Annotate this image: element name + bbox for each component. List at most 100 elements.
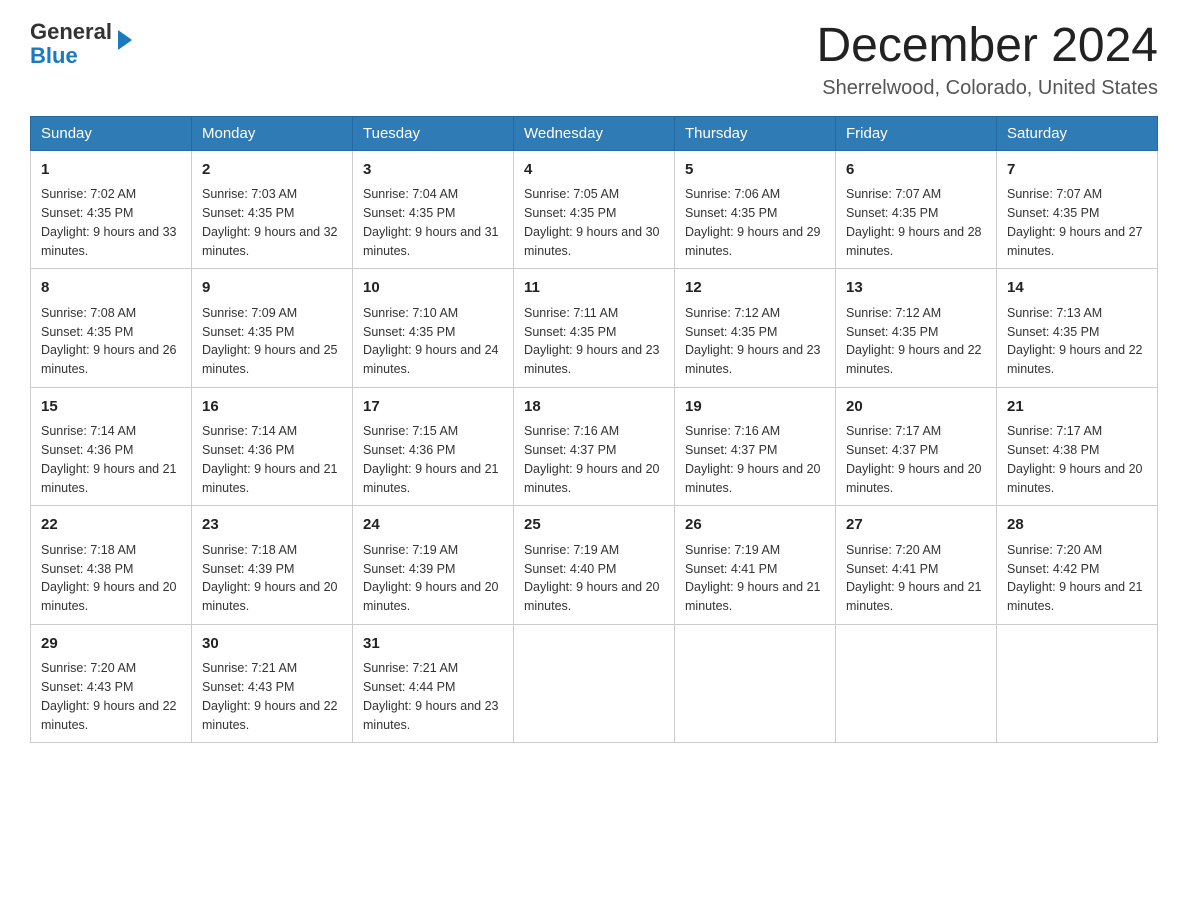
sunrise-text: Sunrise: 7:19 AM: [524, 543, 619, 557]
day-number: 15: [41, 396, 181, 419]
daylight-text: Daylight: 9 hours and 21 minutes.: [685, 580, 821, 613]
sunrise-text: Sunrise: 7:18 AM: [41, 543, 136, 557]
page-header: General Blue December 2024 Sherrelwood, …: [30, 20, 1158, 100]
sunset-text: Sunset: 4:35 PM: [524, 206, 616, 220]
calendar-cell: 18Sunrise: 7:16 AMSunset: 4:37 PMDayligh…: [514, 387, 675, 506]
calendar-cell: 3 Sunrise: 7:04 AM Sunset: 4:35 PM Daylight…: [353, 150, 514, 269]
calendar-cell: 6Sunrise: 7:07 AMSunset: 4:35 PMDaylight…: [836, 150, 997, 269]
day-number: 29: [41, 633, 181, 656]
sunrise-text: Sunrise: 7:07 AM: [846, 187, 941, 201]
day-number: 19: [685, 396, 825, 419]
day-number: 16: [202, 396, 342, 419]
calendar-cell: [997, 624, 1158, 743]
week-row-1: 1Sunrise: 7:02 AMSunset: 4:35 PMDaylight…: [31, 150, 1158, 269]
day-number: 11: [524, 277, 664, 300]
sunrise-text: Sunrise: 7:08 AM: [41, 306, 136, 320]
weekday-header-sunday: Sunday: [31, 116, 192, 150]
sunset-text: Sunset: 4:36 PM: [41, 443, 133, 457]
sunrise-text: Sunrise: 7:17 AM: [1007, 424, 1102, 438]
day-number: 8: [41, 277, 181, 300]
sunrise-text: Sunrise: 7:20 AM: [1007, 543, 1102, 557]
calendar-cell: 17Sunrise: 7:15 AMSunset: 4:36 PMDayligh…: [353, 387, 514, 506]
sunset-text: Sunset: 4:41 PM: [685, 562, 777, 576]
sunset-text: Sunset: 4:36 PM: [363, 443, 455, 457]
sunrise-text: Sunrise: 7:09 AM: [202, 306, 297, 320]
calendar-cell: 19Sunrise: 7:16 AMSunset: 4:37 PMDayligh…: [675, 387, 836, 506]
day-number: 31: [363, 633, 503, 656]
day-number: 2: [202, 159, 342, 182]
weekday-header-row: SundayMondayTuesdayWednesdayThursdayFrid…: [31, 116, 1158, 150]
month-title: December 2024: [816, 20, 1158, 73]
sunset-text: Sunset: 4:38 PM: [41, 562, 133, 576]
daylight-text: Daylight: 9 hours and 29 minutes.: [685, 225, 821, 258]
daylight-text: Daylight: 9 hours and 21 minutes.: [363, 462, 499, 495]
sunset-text: Sunset: 4:35 PM: [846, 325, 938, 339]
calendar-cell: [836, 624, 997, 743]
daylight-text: Daylight: 9 hours and 20 minutes.: [1007, 462, 1143, 495]
sunrise-text: Sunrise: 7:21 AM: [363, 661, 458, 675]
sunset-text: Sunset: 4:43 PM: [202, 680, 294, 694]
daylight-text: Daylight: 9 hours and 22 minutes.: [202, 699, 338, 732]
calendar-cell: 30Sunrise: 7:21 AMSunset: 4:43 PMDayligh…: [192, 624, 353, 743]
calendar-cell: 10Sunrise: 7:10 AMSunset: 4:35 PMDayligh…: [353, 269, 514, 388]
calendar-cell: 20Sunrise: 7:17 AMSunset: 4:37 PMDayligh…: [836, 387, 997, 506]
sunset-text: Sunset: 4:35 PM: [846, 206, 938, 220]
weekday-header-monday: Monday: [192, 116, 353, 150]
weekday-header-friday: Friday: [836, 116, 997, 150]
calendar-title-area: December 2024 Sherrelwood, Colorado, Uni…: [816, 20, 1158, 100]
logo-arrow-icon: [118, 30, 132, 50]
daylight-text: Daylight: 9 hours and 24 minutes.: [363, 343, 499, 376]
sunset-text: Sunset: 4:35 PM: [1007, 325, 1099, 339]
daylight-text: Daylight: 9 hours and 22 minutes.: [1007, 343, 1143, 376]
daylight-text: Daylight: 9 hours and 23 minutes.: [363, 699, 499, 732]
calendar-cell: 26Sunrise: 7:19 AMSunset: 4:41 PMDayligh…: [675, 506, 836, 625]
sunset-text: Sunset: 4:35 PM: [685, 206, 777, 220]
daylight-text: Daylight: 9 hours and 20 minutes.: [524, 462, 660, 495]
day-number: 27: [846, 514, 986, 537]
day-number: 25: [524, 514, 664, 537]
daylight-text: Daylight: 9 hours and 23 minutes.: [685, 343, 821, 376]
daylight-text: Daylight: 9 hours and 32 minutes.: [202, 225, 338, 258]
calendar-cell: 31Sunrise: 7:21 AMSunset: 4:44 PMDayligh…: [353, 624, 514, 743]
day-number: 3: [363, 159, 503, 182]
daylight-text: Daylight: 9 hours and 21 minutes.: [202, 462, 338, 495]
sunset-text: Sunset: 4:37 PM: [685, 443, 777, 457]
daylight-text: Daylight: 9 hours and 22 minutes.: [41, 699, 177, 732]
sunrise-text: Sunrise: 7:20 AM: [41, 661, 136, 675]
daylight-text: Daylight: 9 hours and 22 minutes.: [846, 343, 982, 376]
sunrise-text: Sunrise: 7:19 AM: [363, 543, 458, 557]
logo-general-text: General: [30, 20, 112, 44]
calendar-cell: 16Sunrise: 7:14 AMSunset: 4:36 PMDayligh…: [192, 387, 353, 506]
sunrise-text: Sunrise: 7:02 AM: [41, 187, 136, 201]
day-number: 24: [363, 514, 503, 537]
calendar-cell: 7Sunrise: 7:07 AMSunset: 4:35 PMDaylight…: [997, 150, 1158, 269]
day-number: 9: [202, 277, 342, 300]
sunset-text: Sunset: 4:35 PM: [363, 325, 455, 339]
daylight-text: Daylight: 9 hours and 20 minutes.: [685, 462, 821, 495]
daylight-text: Daylight: 9 hours and 31 minutes.: [363, 225, 499, 258]
calendar-cell: 13Sunrise: 7:12 AMSunset: 4:35 PMDayligh…: [836, 269, 997, 388]
daylight-text: Daylight: 9 hours and 20 minutes.: [41, 580, 177, 613]
weekday-header-thursday: Thursday: [675, 116, 836, 150]
sunrise-text: Sunrise: 7:12 AM: [846, 306, 941, 320]
calendar-cell: 28Sunrise: 7:20 AMSunset: 4:42 PMDayligh…: [997, 506, 1158, 625]
calendar-cell: 29Sunrise: 7:20 AMSunset: 4:43 PMDayligh…: [31, 624, 192, 743]
calendar-table: SundayMondayTuesdayWednesdayThursdayFrid…: [30, 116, 1158, 744]
calendar-cell: 25Sunrise: 7:19 AMSunset: 4:40 PMDayligh…: [514, 506, 675, 625]
daylight-text: Daylight: 9 hours and 23 minutes.: [524, 343, 660, 376]
sunrise-text: Sunrise: 7:19 AM: [685, 543, 780, 557]
sunset-text: Sunset: 4:35 PM: [524, 325, 616, 339]
weekday-header-wednesday: Wednesday: [514, 116, 675, 150]
location-title: Sherrelwood, Colorado, United States: [816, 77, 1158, 100]
daylight-text: Daylight: 9 hours and 21 minutes.: [846, 580, 982, 613]
sunrise-text: Sunrise: 7:14 AM: [41, 424, 136, 438]
daylight-text: Daylight: 9 hours and 33 minutes.: [41, 225, 177, 258]
sunrise-text: Sunrise: 7:18 AM: [202, 543, 297, 557]
sunset-text: Sunset: 4:35 PM: [41, 325, 133, 339]
day-number: 21: [1007, 396, 1147, 419]
day-number: 7: [1007, 159, 1147, 182]
week-row-4: 22Sunrise: 7:18 AMSunset: 4:38 PMDayligh…: [31, 506, 1158, 625]
sunrise-text: Sunrise: 7:04 AM: [363, 187, 458, 201]
sunset-text: Sunset: 4:35 PM: [363, 206, 455, 220]
daylight-text: Daylight: 9 hours and 20 minutes.: [846, 462, 982, 495]
